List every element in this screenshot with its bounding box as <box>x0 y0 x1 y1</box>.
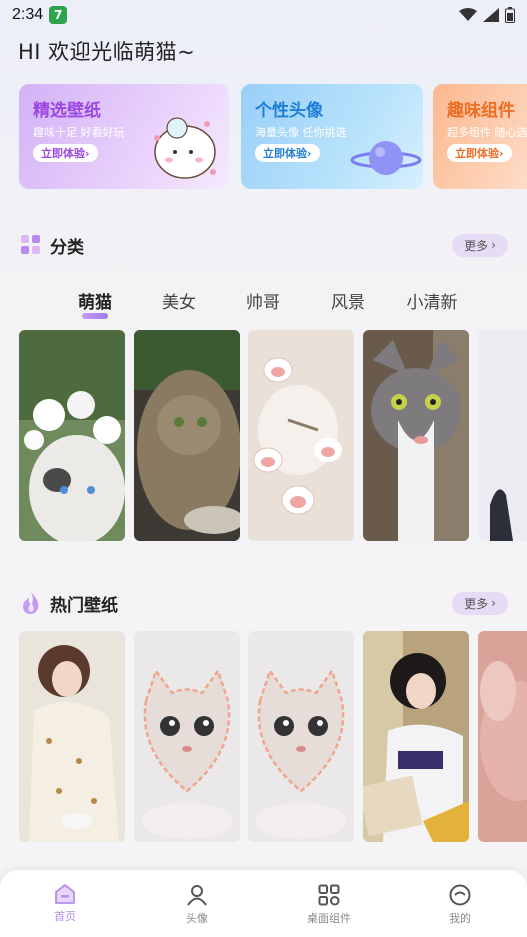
wallpaper-thumbnail[interactable] <box>19 330 125 541</box>
category-grid-icon <box>21 235 40 254</box>
widgets-icon <box>318 884 340 906</box>
nav-home[interactable]: 首页 <box>25 884 105 924</box>
status-bar: 2:34 7 <box>0 0 527 30</box>
signal-icon <box>483 8 499 22</box>
banner-widgets[interactable]: 趣味组件 超多组件 随心选 立即体验 › <box>433 84 527 189</box>
wifi-icon <box>459 8 477 21</box>
category-section-header: 分类 更多 › <box>20 232 508 258</box>
planet-icon <box>350 141 422 175</box>
tab-label: 帅哥 <box>246 293 280 313</box>
tab-fresh[interactable]: 小清新 <box>407 288 458 313</box>
wallpaper-thumbnail[interactable] <box>19 631 125 842</box>
status-time: 2:34 <box>12 6 44 23</box>
active-tab-indicator <box>82 313 108 319</box>
more-label: 更多 <box>464 238 489 253</box>
banner-subtitle: 超多组件 随心选 <box>447 126 527 139</box>
banner-title: 个性头像 <box>255 101 323 121</box>
hot-thumbnail-row <box>19 631 527 843</box>
wallpaper-thumbnail[interactable] <box>134 631 240 842</box>
button-label: 立即体验 <box>263 147 307 160</box>
wallpaper-thumbnail[interactable] <box>134 330 240 541</box>
try-now-button[interactable]: 立即体验 › <box>255 144 320 162</box>
tab-label: 风景 <box>331 293 365 313</box>
chevron-right-icon: › <box>491 596 496 610</box>
flame-icon <box>23 592 39 614</box>
banner-subtitle: 趣味十足 好看好玩 <box>33 126 125 139</box>
cute-cat-sticker-icon <box>154 117 216 179</box>
banner-title: 趣味组件 <box>447 101 515 121</box>
bottom-navigation-bar: 首页 头像 桌面组件 我的 <box>0 870 527 937</box>
button-label: 立即体验 <box>455 147 499 160</box>
nav-label: 头像 <box>186 912 208 925</box>
wallpaper-thumbnail[interactable] <box>478 631 527 842</box>
feature-banner-row: 精选壁纸 趣味十足 好看好玩 立即体验 › 个性头像 海量头像 任你挑选 立即体验… <box>19 84 527 190</box>
banner-title: 精选壁纸 <box>33 101 101 121</box>
nav-label: 桌面组件 <box>307 912 351 925</box>
tab-beauties[interactable]: 美女 <box>162 288 196 313</box>
chevron-right-icon: › <box>307 146 312 160</box>
nav-label: 首页 <box>54 910 76 923</box>
battery-icon <box>505 7 515 23</box>
button-label: 立即体验 <box>41 147 85 160</box>
nav-avatar[interactable]: 头像 <box>157 884 237 926</box>
tab-label: 美女 <box>162 293 196 313</box>
tab-label: 小清新 <box>406 293 458 313</box>
section-title: 热门壁纸 <box>50 595 118 616</box>
chevron-right-icon: › <box>499 146 504 160</box>
banner-wallpapers[interactable]: 精选壁纸 趣味十足 好看好玩 立即体验 › <box>19 84 229 189</box>
tab-cute-cats[interactable]: 萌猫 <box>78 288 112 319</box>
tab-handsome[interactable]: 帅哥 <box>246 288 280 313</box>
banner-avatars[interactable]: 个性头像 海量头像 任你挑选 立即体验 › <box>241 84 423 189</box>
wallpaper-thumbnail[interactable] <box>363 631 469 842</box>
try-now-button[interactable]: 立即体验 › <box>447 144 512 162</box>
nav-mine[interactable]: 我的 <box>420 884 500 926</box>
wallpaper-thumbnail[interactable] <box>248 631 354 842</box>
try-now-button[interactable]: 立即体验 › <box>33 144 98 162</box>
tab-scenery[interactable]: 风景 <box>331 288 365 313</box>
section-title: 分类 <box>50 237 84 258</box>
tab-label: 萌猫 <box>78 293 112 313</box>
more-button[interactable]: 更多 › <box>452 233 508 257</box>
greeting-title: HI 欢迎光临萌猫~ <box>18 40 196 64</box>
chevron-right-icon: › <box>85 146 90 160</box>
app-notification-badge: 7 <box>49 6 68 24</box>
person-icon <box>187 885 207 906</box>
more-label: 更多 <box>464 596 489 611</box>
wallpaper-thumbnail[interactable] <box>248 330 354 541</box>
wallpaper-thumbnail[interactable] <box>363 330 469 541</box>
category-tabs: 萌猫 美女 帅哥 风景 小清新 <box>0 288 527 324</box>
home-icon <box>55 884 75 904</box>
nav-label: 我的 <box>449 912 471 925</box>
category-thumbnail-row <box>19 330 527 542</box>
more-button[interactable]: 更多 › <box>452 591 508 615</box>
profile-face-icon <box>449 884 471 906</box>
chevron-right-icon: › <box>491 238 496 252</box>
wallpaper-thumbnail[interactable] <box>478 330 527 541</box>
nav-widgets[interactable]: 桌面组件 <box>289 884 369 926</box>
banner-subtitle: 海量头像 任你挑选 <box>255 126 347 139</box>
hot-section-header: 热门壁纸 更多 › <box>20 590 508 616</box>
status-icons <box>459 7 515 23</box>
